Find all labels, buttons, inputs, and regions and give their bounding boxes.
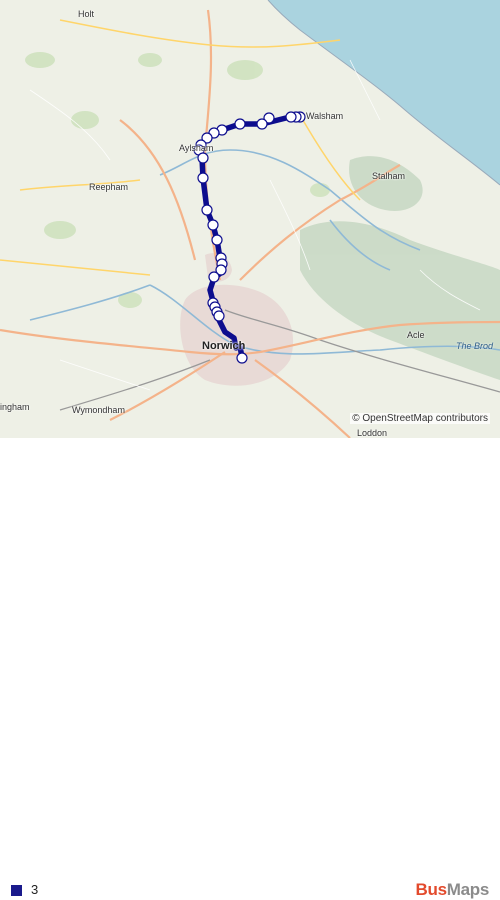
bus-stop-marker[interactable] [213, 310, 225, 322]
bus-stop-marker[interactable] [211, 234, 223, 246]
bus-stop-marker[interactable] [285, 111, 297, 123]
place-label-wymondham: Wymondham [72, 405, 125, 415]
place-label-reepham: Reepham [89, 182, 129, 192]
place-label-dereham: ingham [0, 402, 30, 412]
bus-stop-marker[interactable] [197, 152, 209, 164]
map-view[interactable]: Holt Aylsham Walsham Reepham Stalham Nor… [0, 0, 500, 438]
place-label-loddon: Loddon [357, 428, 388, 438]
route-color-swatch [11, 885, 22, 896]
place-label-stalham: Stalham [372, 171, 406, 181]
place-label-norwich: Norwich [202, 340, 246, 352]
bus-stop-marker[interactable] [208, 271, 220, 283]
water-label-the-broads: The Brod [456, 341, 494, 351]
bus-stop-marker[interactable] [207, 219, 219, 231]
place-label-holt: Holt [78, 9, 95, 19]
legend-footer: 3 BusMaps [0, 438, 500, 899]
brand-part-maps: Maps [446, 880, 490, 899]
bus-stop-marker[interactable] [236, 352, 248, 364]
place-label-aylsham: Aylsham [179, 143, 214, 153]
bus-stop-marker[interactable] [234, 118, 246, 130]
map-canvas [0, 0, 500, 438]
route-legend-label: 3 [31, 882, 39, 897]
place-label-acle: Acle [407, 330, 425, 340]
place-label-north-walsham: Walsham [306, 111, 344, 121]
map-attribution[interactable]: © OpenStreetMap contributors [350, 413, 490, 424]
brand-part-bus: Bus [415, 880, 448, 899]
bus-stop-marker[interactable] [256, 118, 268, 130]
bus-stop-marker[interactable] [201, 204, 213, 216]
bus-stop-marker[interactable] [197, 172, 209, 184]
busmaps-logo[interactable]: BusMaps [415, 880, 490, 900]
